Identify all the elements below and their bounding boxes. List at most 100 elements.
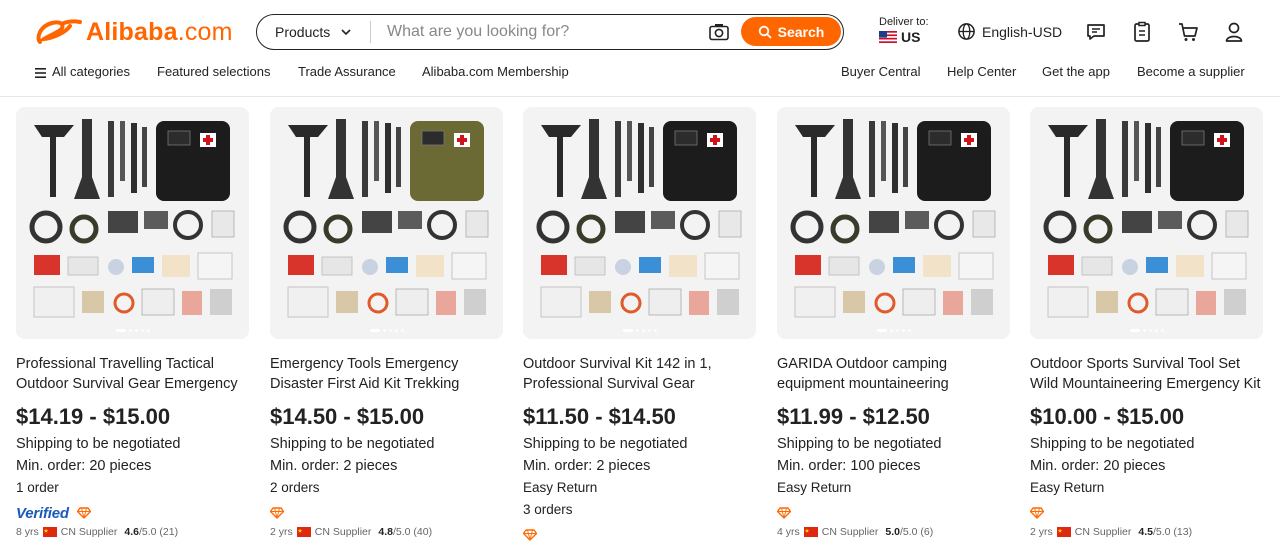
orders-icon[interactable] bbox=[1131, 21, 1153, 43]
survival-kit-image bbox=[777, 107, 1010, 339]
badge-row bbox=[1030, 504, 1263, 522]
product-price: $10.00 - $15.00 bbox=[1030, 404, 1185, 429]
product-image[interactable] bbox=[777, 107, 1010, 339]
image-carousel-dots[interactable] bbox=[270, 329, 503, 332]
survival-kit-image bbox=[1030, 107, 1263, 339]
deliver-country: US bbox=[901, 29, 921, 45]
menu-icon bbox=[35, 68, 46, 78]
nav-get-app[interactable]: Get the app bbox=[1042, 64, 1110, 79]
product-card-4[interactable]: GARIDA Outdoor camping equipment mountai… bbox=[777, 107, 1010, 551]
camera-search-icon[interactable] bbox=[709, 23, 729, 41]
search-input[interactable] bbox=[387, 17, 687, 47]
category-select-label: Products bbox=[275, 24, 331, 40]
supplier-rating: 5.0/5.0 (6) bbox=[885, 526, 934, 538]
search-button[interactable]: Search bbox=[741, 17, 841, 46]
supplier-rating: 4.6/5.0 (21) bbox=[124, 526, 179, 538]
min-order: Min. order: 100 pieces bbox=[777, 458, 921, 474]
shipping-info: Shipping to be negotiated bbox=[777, 436, 942, 452]
supplier-rating: 4.5/5.0 (13) bbox=[1138, 526, 1193, 538]
diamond-badge-icon bbox=[1030, 507, 1044, 519]
image-carousel-dots[interactable] bbox=[1030, 329, 1263, 332]
diamond-badge-icon bbox=[76, 507, 91, 519]
cn-flag-icon bbox=[1056, 527, 1071, 537]
badge-row: Verified bbox=[16, 504, 249, 522]
product-card-3[interactable]: Outdoor Survival Kit 142 in 1, Professio… bbox=[523, 107, 756, 551]
survival-kit-image bbox=[16, 107, 249, 339]
shipping-info: Shipping to be negotiated bbox=[270, 436, 435, 452]
supplier-years: 8 yrs bbox=[16, 526, 39, 538]
supplier-info[interactable]: 2 yrs CN Supplier 4.5/5.0 (13) bbox=[1030, 524, 1263, 540]
supplier-rating: 4.8/5.0 (40) bbox=[378, 526, 433, 538]
product-image[interactable] bbox=[16, 107, 249, 339]
product-image[interactable] bbox=[270, 107, 503, 339]
category-select[interactable]: Products bbox=[257, 21, 371, 43]
image-carousel-dots[interactable] bbox=[777, 329, 1010, 332]
product-title[interactable]: GARIDA Outdoor camping equipment mountai… bbox=[777, 354, 1010, 394]
nav-trade-assurance[interactable]: Trade Assurance bbox=[298, 64, 396, 79]
supplier-type: CN Supplier bbox=[314, 526, 372, 538]
supplier-info[interactable]: 8 yrs CN Supplier 4.6/5.0 (21) bbox=[16, 524, 249, 540]
product-card-5[interactable]: Outdoor Sports Survival Tool Set Wild Mo… bbox=[1030, 107, 1263, 551]
badge-row bbox=[777, 504, 1010, 522]
order-info: Easy Return bbox=[1030, 480, 1105, 495]
nav-become-supplier[interactable]: Become a supplier bbox=[1137, 64, 1245, 79]
supplier-years: 2 yrs bbox=[270, 526, 293, 538]
nav-all-categories[interactable]: All categories bbox=[52, 64, 130, 79]
search-bar: Products Search bbox=[256, 14, 844, 50]
product-title[interactable]: Outdoor Survival Kit 142 in 1, Professio… bbox=[523, 354, 756, 394]
top-navigation: All categories Featured selections Trade… bbox=[0, 64, 1280, 84]
product-image[interactable] bbox=[523, 107, 756, 339]
logo-suffix: .com bbox=[177, 17, 233, 46]
product-card-2[interactable]: Emergency Tools Emergency Disaster First… bbox=[270, 107, 503, 551]
cart-icon[interactable] bbox=[1177, 21, 1199, 43]
product-image[interactable] bbox=[1030, 107, 1263, 339]
min-order: Min. order: 20 pieces bbox=[16, 458, 152, 474]
supplier-years: 4 yrs bbox=[777, 526, 800, 538]
product-price: $14.50 - $15.00 bbox=[270, 404, 425, 429]
product-price: $11.99 - $12.50 bbox=[777, 404, 930, 429]
supplier-info[interactable]: 2 yrs CN Supplier 4.8/5.0 (40) bbox=[270, 524, 503, 540]
shipping-info: Shipping to be negotiated bbox=[16, 436, 181, 452]
product-price: $14.19 - $15.00 bbox=[16, 404, 171, 429]
supplier-years: 2 yrs bbox=[1030, 526, 1053, 538]
supplier-type: CN Supplier bbox=[821, 526, 879, 538]
product-price: $11.50 - $14.50 bbox=[523, 404, 676, 429]
globe-icon bbox=[958, 23, 975, 40]
min-order: Min. order: 2 pieces bbox=[523, 458, 651, 474]
supplier-info[interactable]: 4 yrs CN Supplier 5.0/5.0 (6) bbox=[777, 524, 1010, 540]
supplier-type: CN Supplier bbox=[1074, 526, 1132, 538]
chevron-down-icon bbox=[341, 29, 351, 36]
survival-kit-image bbox=[523, 107, 756, 339]
shipping-info: Shipping to be negotiated bbox=[523, 436, 688, 452]
image-carousel-dots[interactable] bbox=[16, 329, 249, 332]
verified-badge[interactable]: Verified bbox=[16, 505, 69, 522]
site-header: Alibaba.com Products Search Deliver to: bbox=[0, 0, 1280, 97]
order-info: Easy Return bbox=[523, 480, 598, 495]
shipping-info: Shipping to be negotiated bbox=[1030, 436, 1195, 452]
nav-buyer-central[interactable]: Buyer Central bbox=[841, 64, 920, 79]
logo-mark-icon bbox=[36, 19, 82, 44]
cn-flag-icon bbox=[296, 527, 311, 537]
account-icon[interactable] bbox=[1223, 21, 1245, 43]
min-order: Min. order: 20 pieces bbox=[1030, 458, 1166, 474]
product-title[interactable]: Outdoor Sports Survival Tool Set Wild Mo… bbox=[1030, 354, 1263, 394]
image-carousel-dots[interactable] bbox=[523, 329, 756, 332]
nav-featured-selections[interactable]: Featured selections bbox=[157, 64, 270, 79]
diamond-badge-icon bbox=[523, 529, 537, 541]
us-flag-icon bbox=[879, 31, 897, 43]
nav-help-center[interactable]: Help Center bbox=[947, 64, 1016, 79]
order-info: 1 order bbox=[16, 480, 59, 495]
language-label: English-USD bbox=[982, 23, 1063, 40]
cn-flag-icon bbox=[42, 527, 57, 537]
alibaba-logo[interactable]: Alibaba.com bbox=[34, 16, 233, 48]
order-info: Easy Return bbox=[777, 480, 852, 495]
product-title[interactable]: Emergency Tools Emergency Disaster First… bbox=[270, 354, 503, 394]
order-info: 2 orders bbox=[270, 480, 320, 495]
message-icon[interactable] bbox=[1085, 21, 1107, 43]
product-card-1[interactable]: Professional Travelling Tactical Outdoor… bbox=[16, 107, 249, 551]
survival-kit-image bbox=[270, 107, 503, 339]
product-title[interactable]: Professional Travelling Tactical Outdoor… bbox=[16, 354, 249, 394]
deliver-to[interactable]: Deliver to: US bbox=[879, 16, 929, 45]
nav-membership[interactable]: Alibaba.com Membership bbox=[422, 64, 569, 79]
language-currency-selector[interactable]: English-USD bbox=[957, 22, 1062, 41]
